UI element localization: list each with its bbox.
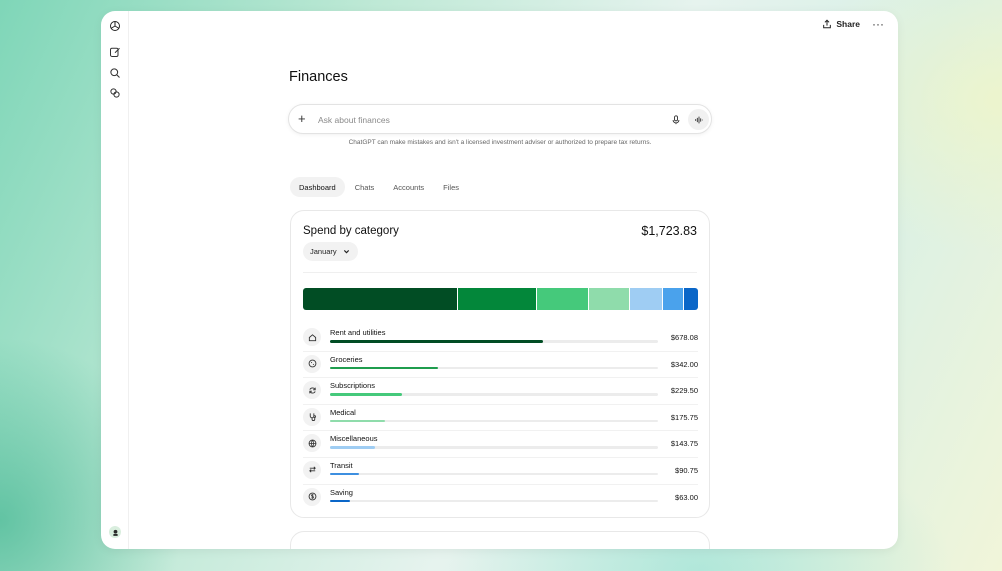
swap-arrows-icon (303, 460, 321, 479)
tab-bar: Dashboard Chats Accounts Files (290, 177, 469, 197)
search-input[interactable] (318, 112, 658, 128)
category-progress-fill (330, 499, 350, 503)
stacked-bar-segment-3 (589, 288, 630, 310)
disclaimer-text: ChatGPT can make mistakes and isn't a li… (348, 139, 652, 146)
category-amount: $90.75 (675, 465, 698, 475)
category-progress-track (330, 419, 658, 423)
category-progress-fill (330, 419, 386, 423)
stacked-bar-segment-1 (458, 288, 537, 310)
category-amount: $229.50 (670, 386, 698, 396)
globe-icon (303, 434, 321, 453)
stacked-bar-segment-2 (536, 288, 590, 310)
total-spend: $1,723.83 (641, 224, 697, 238)
category-row[interactable]: Saving $63.00 (303, 485, 698, 512)
category-name: Saving (330, 487, 353, 497)
card-title: Spend by category (303, 225, 399, 237)
category-amount: $63.00 (675, 492, 698, 502)
voice-mode-button[interactable] (688, 109, 709, 130)
category-progress-track (330, 446, 658, 449)
category-list: Rent and utilities $678.08 Groceries $342.0… (303, 325, 698, 511)
stacked-spend-bar (303, 288, 698, 310)
category-name: Miscellaneous (330, 434, 378, 444)
home-icon (303, 328, 321, 346)
tab-files[interactable]: Files (434, 177, 468, 197)
stacked-bar-segment-0 (303, 288, 459, 310)
category-name: Groceries (330, 354, 363, 364)
openai-logo-icon[interactable] (107, 18, 123, 34)
month-select[interactable]: January (303, 242, 358, 261)
category-progress-track (330, 366, 658, 370)
category-progress-track (330, 340, 658, 343)
stacked-bar-segment-5 (662, 288, 684, 310)
category-name: Transit (330, 460, 353, 470)
category-row[interactable]: Rent and utilities $678.08 (303, 325, 698, 352)
category-progress-fill (330, 340, 544, 343)
category-row[interactable]: Miscellaneous $143.75 (303, 431, 698, 458)
category-name: Subscriptions (330, 381, 376, 391)
category-row[interactable]: Groceries $342.00 (303, 352, 698, 379)
top-bar-actions: Share ··· (822, 18, 884, 30)
voice-wave-icon (694, 116, 703, 123)
tab-dashboard[interactable]: Dashboard (290, 177, 345, 197)
search-box: + (288, 104, 712, 134)
stacked-bar-segment-6 (683, 288, 698, 310)
category-amount: $342.00 (670, 359, 698, 369)
share-icon (823, 19, 832, 29)
cookie-icon (303, 354, 321, 373)
page-title: Finances (289, 69, 348, 85)
category-row[interactable]: Transit $90.75 (303, 458, 698, 485)
category-progress-fill (330, 366, 438, 370)
share-button[interactable]: Share (822, 19, 860, 29)
search-icon[interactable] (107, 65, 123, 81)
library-icon[interactable] (107, 85, 123, 101)
spend-by-category-card: Spend by category $1,723.83 January Rent… (290, 210, 710, 518)
sidebar (101, 11, 129, 549)
stethoscope-icon (303, 407, 321, 426)
stacked-bar-segment-4 (629, 288, 663, 310)
category-amount: $175.75 (670, 412, 698, 422)
app-window: Share ··· Finances + ChatGPT can make mi… (101, 11, 898, 549)
microphone-icon[interactable] (669, 113, 683, 127)
divider (303, 272, 697, 273)
category-row[interactable]: Medical $175.75 (303, 405, 698, 432)
category-amount: $678.08 (670, 333, 698, 342)
new-chat-icon[interactable] (107, 44, 123, 60)
category-progress-track (330, 472, 658, 476)
category-name: Medical (330, 407, 356, 417)
share-label: Share (836, 19, 860, 29)
category-progress-fill (330, 472, 359, 476)
chevron-down-icon (343, 250, 349, 254)
refresh-icon (303, 381, 321, 400)
dollar-circle-icon (303, 487, 321, 506)
more-options-button[interactable]: ··· (872, 18, 884, 30)
month-select-value: January (310, 247, 337, 256)
category-progress-track (330, 393, 658, 396)
avatar[interactable] (109, 526, 121, 538)
category-name: Rent and utilities (330, 328, 386, 337)
category-row[interactable]: Subscriptions $229.50 (303, 378, 698, 405)
category-progress-track (330, 499, 658, 503)
category-amount: $143.75 (670, 439, 698, 449)
category-progress-fill (330, 393, 403, 396)
category-progress-fill (330, 446, 376, 449)
tab-chats[interactable]: Chats (346, 177, 384, 197)
tab-accounts[interactable]: Accounts (384, 177, 433, 197)
second-card (290, 531, 710, 549)
add-attachment-button[interactable]: + (298, 112, 306, 126)
